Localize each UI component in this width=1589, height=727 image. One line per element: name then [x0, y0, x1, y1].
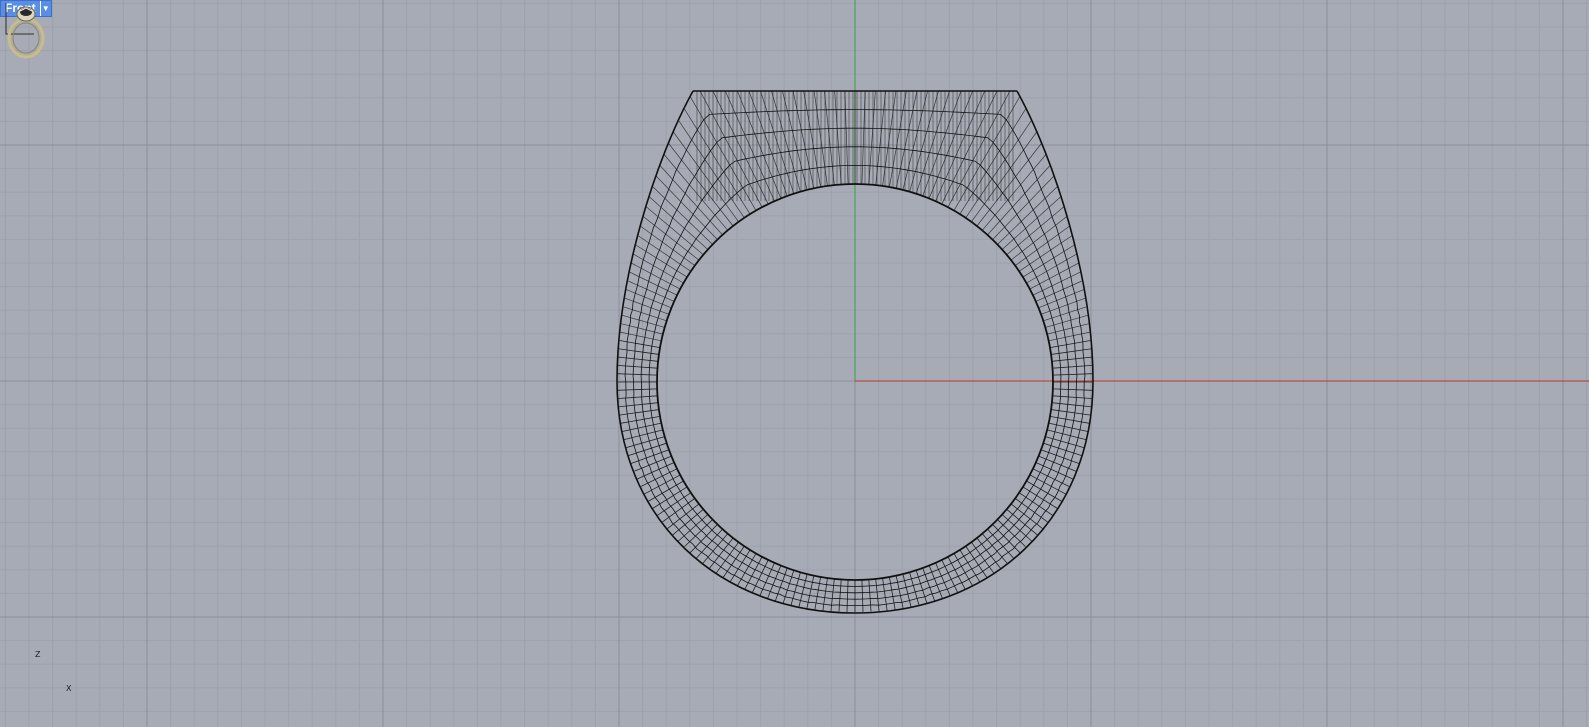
- radial-isocurve: [834, 90, 842, 185]
- radial-isocurve: [702, 533, 729, 564]
- radial-isocurve: [803, 90, 821, 188]
- radial-isocurve: [838, 579, 842, 612]
- radial-isocurve: [792, 90, 815, 189]
- front-viewport[interactable]: Front ▼ Z X: [0, 0, 1589, 727]
- radial-isocurve: [997, 519, 1026, 547]
- radial-isocurve: [868, 579, 872, 612]
- radial-isocurve: [619, 409, 659, 416]
- radial-isocurve: [822, 578, 828, 611]
- radial-isocurve: [868, 90, 876, 185]
- radial-isocurve: [1051, 348, 1092, 355]
- radial-isocurve: [882, 578, 888, 611]
- radial-isocurve: [640, 468, 678, 487]
- radial-isocurve: [1052, 373, 1093, 376]
- radial-isocurve: [620, 415, 661, 424]
- radial-isocurve: [981, 533, 1008, 564]
- radial-isocurve: [640, 225, 696, 266]
- radial-isocurve: [1014, 225, 1070, 266]
- radial-isocurve: [992, 176, 1054, 240]
- radial-isocurve: [684, 519, 713, 547]
- radial-isocurve: [618, 348, 659, 355]
- radial-isocurve: [861, 579, 864, 612]
- radial-isocurve: [618, 395, 658, 399]
- radial-isocurve: [1052, 388, 1093, 391]
- radial-isocurve: [1032, 468, 1070, 487]
- cplane-x-label: X: [66, 684, 72, 693]
- radial-isocurve: [1049, 340, 1091, 349]
- viewport-canvas[interactable]: [0, 0, 1589, 727]
- radial-isocurve: [617, 373, 658, 376]
- radial-isocurve: [1029, 474, 1067, 495]
- radial-isocurve: [889, 90, 907, 188]
- radial-isocurve: [1048, 422, 1088, 432]
- radial-isocurve: [656, 176, 718, 240]
- radial-isocurve: [895, 90, 918, 189]
- radial-isocurve: [861, 90, 866, 185]
- radial-isocurve: [1052, 395, 1092, 399]
- radial-isocurve: [696, 528, 723, 559]
- radial-isocurve: [619, 340, 661, 349]
- radial-isocurve: [1052, 364, 1093, 369]
- radial-isocurve: [844, 90, 849, 185]
- minor-grid: [0, 0, 1589, 727]
- radial-isocurve: [748, 90, 788, 197]
- radial-isocurve: [643, 474, 681, 495]
- radial-isocurve: [617, 364, 658, 369]
- radial-isocurve: [622, 422, 662, 432]
- radial-isocurve: [846, 579, 849, 612]
- radial-isocurve: [690, 96, 757, 211]
- cplane-z-label: Z: [35, 650, 41, 659]
- radial-isocurve: [1051, 409, 1091, 416]
- radial-isocurve: [922, 90, 962, 197]
- radial-isocurve: [987, 528, 1014, 559]
- radial-isocurve: [1049, 415, 1090, 424]
- ring-preview-icon[interactable]: [0, 0, 52, 60]
- radial-isocurve: [953, 96, 1020, 211]
- radial-isocurve: [617, 388, 658, 391]
